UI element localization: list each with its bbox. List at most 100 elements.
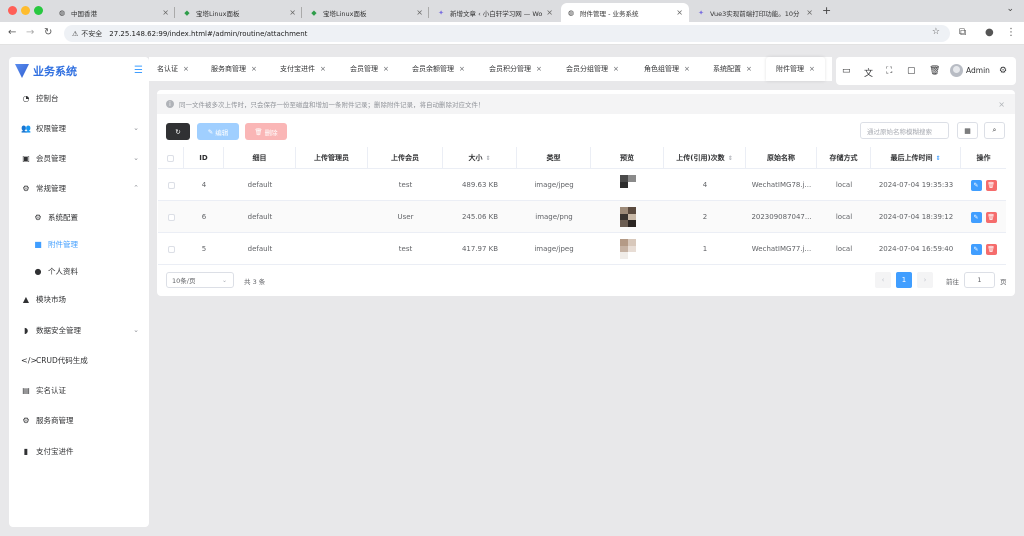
settings-icon[interactable]: ⚙ [999, 66, 1007, 76]
omnibox[interactable]: ⚠ 不安全 27.25.148.62:99/index.html#/admin/… [64, 25, 950, 42]
close-window-button[interactable] [8, 6, 17, 15]
col-time[interactable]: 最后上传时间 ⇕ [871, 147, 961, 169]
close-icon[interactable]: × [809, 65, 815, 73]
sidebar-item-auth[interactable]: 👥 权限管理 ⌄ [9, 117, 149, 139]
reload-icon[interactable]: ↻ [44, 27, 52, 38]
sort-icon[interactable]: ⇕ [728, 155, 733, 162]
close-tab-icon[interactable]: × [416, 8, 423, 17]
sidebar-item-security[interactable]: ◗ 数据安全管理 ⌄ [9, 319, 149, 341]
close-tab-icon[interactable]: × [162, 8, 169, 17]
avatar[interactable] [950, 64, 963, 77]
nav-tab[interactable]: 支付宝进件 × [280, 57, 326, 81]
bookmark-star-icon[interactable]: ☆ [932, 27, 940, 37]
sort-icon[interactable]: ⇕ [935, 155, 940, 162]
prev-page-button[interactable]: ‹ [875, 272, 891, 288]
row-checkbox[interactable] [167, 213, 175, 221]
sidebar-item-profile[interactable]: ● 个人资料 [9, 260, 149, 282]
cell-count: 4 [702, 181, 708, 189]
close-tab-icon[interactable]: × [806, 8, 813, 17]
close-icon[interactable]: × [383, 65, 389, 73]
select-all-checkbox[interactable] [167, 154, 174, 162]
row-edit-button[interactable]: ✎ [970, 243, 982, 255]
forward-icon[interactable]: → [26, 27, 34, 38]
nav-tab[interactable]: 会员积分管理 × [489, 57, 542, 81]
extensions-icon[interactable]: ⧉ [959, 27, 966, 38]
tab-search-icon[interactable]: ⌄ [1006, 4, 1014, 14]
column-toggle-button[interactable]: ▦ [957, 122, 978, 139]
preview-thumbnail[interactable] [619, 207, 636, 227]
browser-tab[interactable]: ◆ 宝塔Linux面板 × [304, 3, 429, 22]
row-edit-button[interactable]: ✎ [970, 179, 982, 191]
browser-tab-active[interactable]: ◍ 附件管理 - 业务系统 × [561, 3, 689, 22]
url-text[interactable]: 27.25.148.62:99/index.html#/admin/routin… [109, 30, 307, 38]
browser-tab[interactable]: ✦ Vue3实现前端打印功能。10分 × [691, 3, 819, 22]
close-icon[interactable]: × [998, 100, 1005, 109]
sidebar-item-routine[interactable]: ⚙ 常规管理 ⌃ [9, 177, 149, 199]
close-icon[interactable]: × [536, 65, 542, 73]
sidebar-item-dashboard[interactable]: ◔ 控制台 [9, 87, 149, 109]
page-number-button[interactable]: 1 [896, 272, 912, 288]
sidebar-item-crud[interactable]: </> CRUD代码生成 [9, 349, 149, 371]
browser-tab[interactable]: ✦ 新增文章 ‹ 小白轩学习网 — Wo × [431, 3, 559, 22]
admin-name[interactable]: Admin [966, 66, 990, 75]
trash-icon[interactable]: 🗑 [929, 66, 940, 76]
sidebar-item-market[interactable]: ▲ 模块市场 [9, 288, 149, 310]
close-icon[interactable]: × [684, 65, 690, 73]
sort-icon[interactable]: ⇕ [485, 155, 490, 162]
col-size[interactable]: 大小 ⇕ [443, 147, 517, 169]
sidebar-item-config[interactable]: ⚙ 系统配置 [9, 206, 149, 228]
row-delete-button[interactable]: 🗑 [985, 211, 997, 223]
nav-tab[interactable]: 系统配置 × [713, 57, 752, 81]
close-icon[interactable]: × [251, 65, 257, 73]
sidebar-item-provider[interactable]: ⚙ 服务商管理 [9, 409, 149, 431]
row-delete-button[interactable]: 🗑 [985, 179, 997, 191]
more-menu-icon[interactable]: ⋮ [1006, 27, 1016, 38]
refresh-button[interactable]: ↻ [166, 123, 190, 140]
delete-button[interactable]: 🗑 删除 [245, 123, 287, 140]
close-icon[interactable]: × [613, 65, 619, 73]
col-count[interactable]: 上传(引用)次数 ⇕ [664, 147, 746, 169]
nav-tab[interactable]: 会员分组管理 × [566, 57, 619, 81]
minimize-window-button[interactable] [21, 6, 30, 15]
close-icon[interactable]: × [459, 65, 465, 73]
nav-tab[interactable]: 角色组管理 × [644, 57, 690, 81]
nav-tab[interactable]: 名认证 × [157, 57, 189, 81]
close-icon[interactable]: × [746, 65, 752, 73]
nav-tab[interactable]: 服务商管理 × [211, 57, 257, 81]
close-icon[interactable]: × [320, 65, 326, 73]
goto-page-input[interactable]: 1 [964, 272, 995, 288]
search-button[interactable]: ⌕ [984, 122, 1005, 139]
nav-tab[interactable]: 会员管理 × [350, 57, 389, 81]
browser-tab[interactable]: ◍ 中国香港 × [52, 3, 175, 22]
row-edit-button[interactable]: ✎ [970, 211, 982, 223]
back-icon[interactable]: ← [8, 27, 16, 38]
close-tab-icon[interactable]: × [289, 8, 296, 17]
profile-icon[interactable]: ● [985, 27, 994, 38]
menu-collapse-icon[interactable]: ☰ [134, 65, 143, 76]
row-delete-button[interactable]: 🗑 [985, 243, 997, 255]
sidebar-item-members[interactable]: ▣ 会员管理 ⌄ [9, 147, 149, 169]
browser-tab[interactable]: ◆ 宝塔Linux面板 × [177, 3, 302, 22]
sidebar-item-attachment[interactable]: ■ 附件管理 [9, 233, 149, 255]
sidebar-item-realname[interactable]: ▤ 实名认证 [9, 379, 149, 401]
close-icon[interactable]: × [183, 65, 189, 73]
terminal-icon[interactable]: ▢ [907, 66, 916, 76]
zoom-window-button[interactable] [34, 6, 43, 15]
monitor-icon[interactable]: ▭ [842, 66, 851, 76]
nav-tab-active[interactable]: 附件管理 × [766, 57, 825, 81]
translate-icon[interactable]: 文 [864, 66, 873, 79]
fullscreen-icon[interactable]: ⛶ [886, 66, 892, 76]
sidebar-item-alipay[interactable]: ▮ 支付宝进件 [9, 440, 149, 462]
nav-tab[interactable]: 会员余额管理 × [412, 57, 465, 81]
row-checkbox[interactable] [167, 181, 175, 189]
new-tab-button[interactable]: + [822, 4, 831, 17]
close-tab-icon[interactable]: × [546, 8, 553, 17]
search-input[interactable]: 通过原始名称模糊搜索 [860, 122, 949, 139]
row-checkbox[interactable] [167, 245, 175, 253]
close-tab-icon[interactable]: × [676, 8, 683, 17]
page-size-select[interactable]: 10条/页 ⌄ [166, 272, 234, 288]
preview-thumbnail[interactable] [619, 239, 636, 259]
edit-button[interactable]: ✎ 编辑 [197, 123, 239, 140]
preview-thumbnail[interactable] [619, 175, 636, 195]
next-page-button[interactable]: › [917, 272, 933, 288]
